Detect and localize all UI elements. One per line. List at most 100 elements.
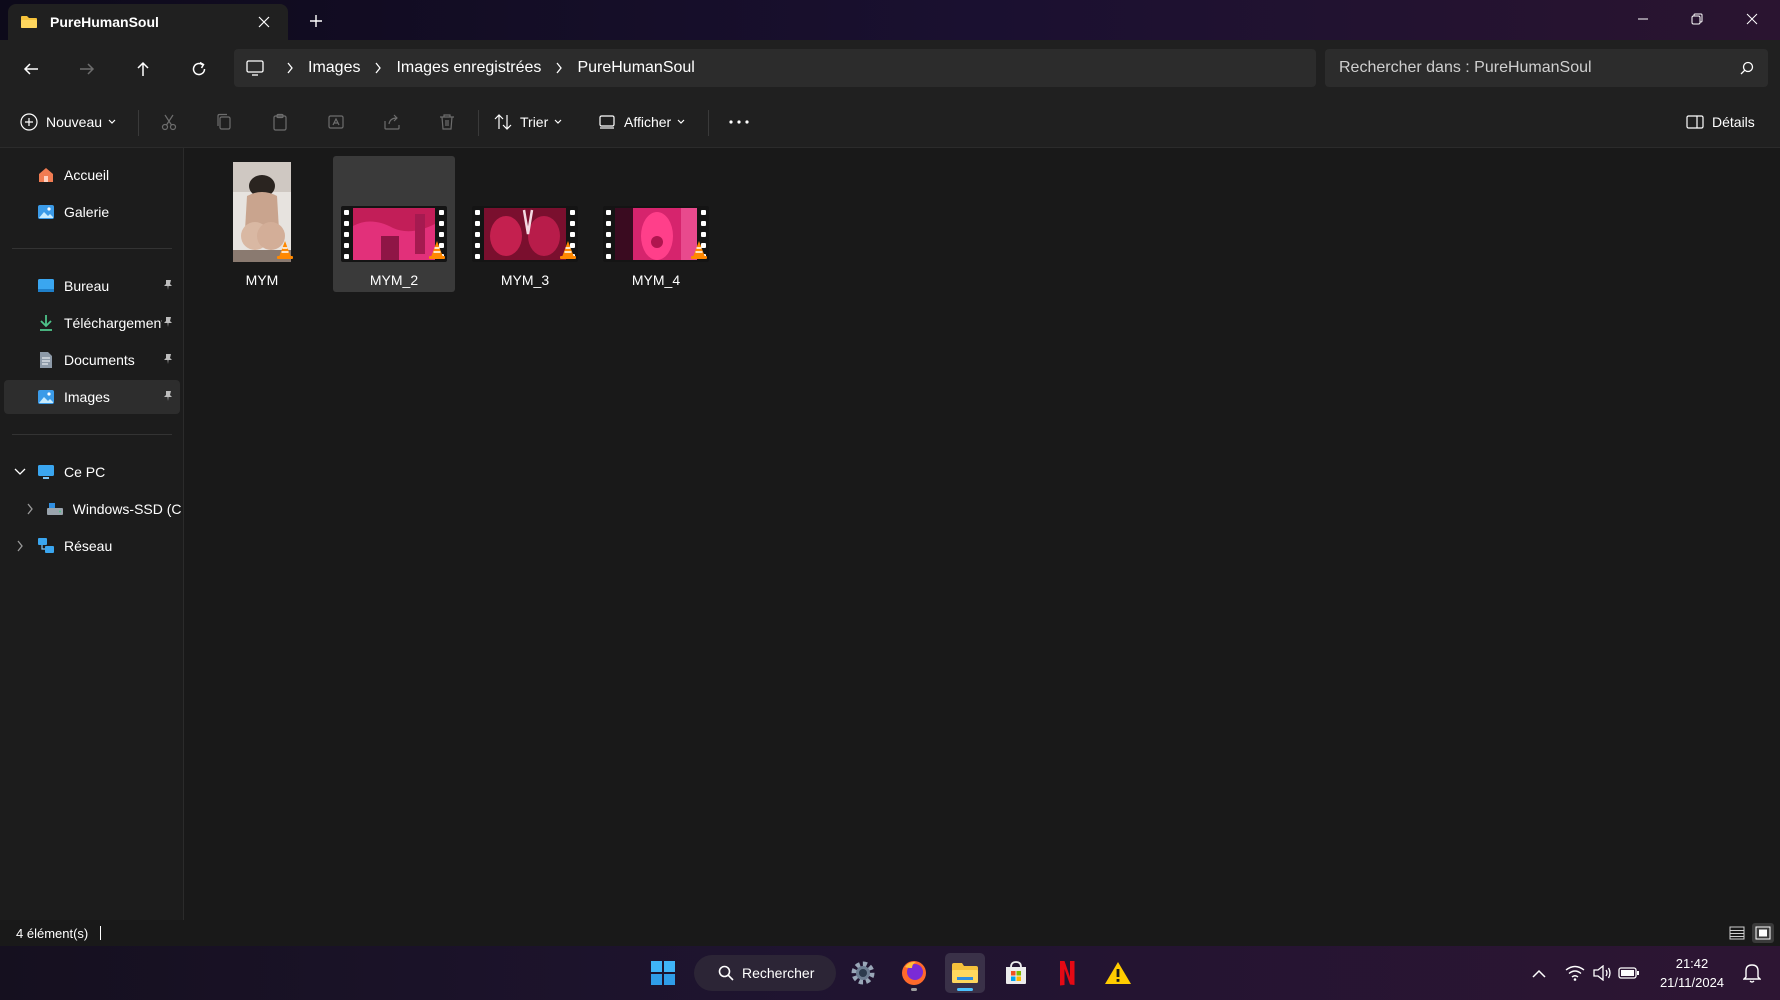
more-options-icon[interactable] (724, 108, 754, 136)
sidebar-label: Windows-SSD (C:) (72, 501, 182, 517)
back-button[interactable] (16, 54, 46, 84)
file-name: MYM_3 (500, 272, 550, 288)
volume-icon[interactable] (1591, 962, 1613, 984)
chevron-down-icon[interactable] (13, 465, 27, 479)
sidebar-item-accueil[interactable]: Accueil (36, 158, 176, 192)
file-thumbnail (207, 156, 317, 262)
navigation-pane: Accueil Galerie Bureau Téléchargements D… (0, 148, 184, 920)
file-item[interactable]: MYM_4 (595, 156, 717, 292)
forward-button[interactable] (72, 54, 102, 84)
firefox-icon[interactable] (894, 953, 934, 993)
netflix-icon[interactable] (1047, 953, 1087, 993)
chevron-up-icon[interactable] (1528, 962, 1550, 984)
file-thumbnail (601, 156, 711, 262)
wifi-icon[interactable] (1564, 962, 1586, 984)
up-button[interactable] (128, 54, 158, 84)
taskbar: Rechercher 21:42 21/11/2024 (0, 946, 1780, 1000)
share-icon[interactable] (377, 108, 407, 136)
file-list: MYM MYM_2 MYM_3 MYM_4 (185, 148, 1780, 920)
network-icon (36, 536, 56, 556)
chevron-right-icon[interactable] (555, 62, 563, 74)
sidebar-label: Accueil (64, 167, 110, 183)
home-icon (36, 165, 56, 185)
battery-icon[interactable] (1618, 962, 1640, 984)
file-thumbnail (339, 156, 449, 262)
sidebar-item-reseau[interactable]: Réseau (36, 529, 176, 563)
chevron-right-icon[interactable] (374, 62, 382, 74)
document-icon (36, 350, 56, 370)
taskbar-search-button[interactable]: Rechercher (694, 955, 836, 991)
plus-circle-icon (20, 113, 38, 131)
refresh-button[interactable] (184, 54, 214, 84)
sort-button[interactable]: Trier (494, 106, 562, 138)
file-name: MYM_2 (369, 272, 419, 288)
sidebar-label: Galerie (64, 204, 110, 220)
tab-title: PureHumanSoul (50, 14, 159, 30)
details-button[interactable]: Détails (1686, 106, 1761, 138)
minimize-button[interactable] (1620, 4, 1666, 34)
microsoft-store-icon[interactable] (996, 953, 1036, 993)
divider (478, 110, 479, 136)
sidebar-label: Réseau (64, 538, 113, 554)
chevron-right-icon[interactable] (286, 62, 294, 74)
large-icons-view-icon[interactable] (1752, 923, 1774, 943)
breadcrumb-purehumansoul[interactable]: PureHumanSoul (577, 59, 694, 77)
vlc-cone-icon (689, 240, 709, 260)
sidebar-divider (12, 434, 172, 435)
close-window-button[interactable] (1729, 4, 1775, 34)
folder-icon (20, 15, 38, 29)
new-label: Nouveau (46, 114, 103, 130)
drive-icon (46, 499, 65, 519)
rename-icon[interactable] (321, 108, 351, 136)
warning-icon[interactable] (1098, 953, 1138, 993)
chevron-right-icon[interactable] (23, 502, 37, 516)
pin-icon[interactable] (162, 390, 174, 402)
search-icon[interactable] (1740, 61, 1754, 75)
divider (138, 110, 139, 136)
navigation-bar: Images Images enregistrées PureHumanSoul… (0, 40, 1780, 96)
breadcrumb-images-enregistrees[interactable]: Images enregistrées (396, 59, 541, 77)
this-pc-icon[interactable] (246, 60, 264, 76)
close-tab-icon[interactable] (252, 10, 276, 34)
paste-icon[interactable] (265, 108, 295, 136)
file-explorer-icon[interactable] (945, 953, 985, 993)
pin-icon[interactable] (162, 353, 174, 365)
new-tab-button[interactable] (304, 9, 328, 33)
breadcrumb-images[interactable]: Images (308, 59, 360, 77)
sidebar-item-ce-pc[interactable]: Ce PC (36, 455, 176, 489)
sidebar-item-galerie[interactable]: Galerie (36, 195, 176, 229)
settings-icon[interactable] (843, 953, 883, 993)
pin-icon[interactable] (162, 279, 174, 291)
delete-icon[interactable] (432, 108, 462, 136)
file-item[interactable]: MYM_3 (464, 156, 586, 292)
search-box[interactable]: Rechercher dans : PureHumanSoul (1325, 49, 1768, 87)
sidebar-item-bureau[interactable]: Bureau (36, 269, 180, 303)
sidebar-label: Téléchargements (64, 315, 162, 331)
file-item[interactable]: MYM_2 (333, 156, 455, 292)
view-button[interactable]: Afficher (598, 106, 685, 138)
file-item[interactable]: MYM (201, 156, 323, 292)
pin-icon[interactable] (162, 316, 174, 328)
details-view-icon[interactable] (1726, 923, 1748, 943)
copy-icon[interactable] (209, 108, 239, 136)
search-input[interactable]: Rechercher dans : PureHumanSoul (1339, 59, 1740, 77)
sidebar-item-telechargements[interactable]: Téléchargements (36, 306, 180, 340)
sidebar-item-windows-ssd[interactable]: Windows-SSD (C:) (46, 492, 182, 526)
new-button[interactable]: Nouveau (20, 106, 116, 138)
view-icon (598, 114, 616, 130)
windows-start-icon[interactable] (643, 953, 683, 993)
sidebar-item-images[interactable]: Images (4, 380, 180, 414)
sidebar-item-documents[interactable]: Documents (36, 343, 180, 377)
details-pane-icon (1686, 114, 1704, 130)
chevron-right-icon[interactable] (13, 539, 27, 553)
sidebar-label: Ce PC (64, 464, 106, 480)
cut-icon[interactable] (154, 108, 184, 136)
notification-bell-icon[interactable] (1741, 962, 1763, 984)
sidebar-label: Images (64, 389, 110, 405)
sidebar-label: Bureau (64, 278, 110, 294)
vlc-cone-icon (558, 240, 578, 260)
restore-button[interactable] (1674, 4, 1720, 34)
address-bar[interactable]: Images Images enregistrées PureHumanSoul (234, 49, 1316, 87)
tab-purehumansoul[interactable]: PureHumanSoul (8, 4, 288, 40)
clock[interactable]: 21:42 21/11/2024 (1652, 954, 1732, 992)
